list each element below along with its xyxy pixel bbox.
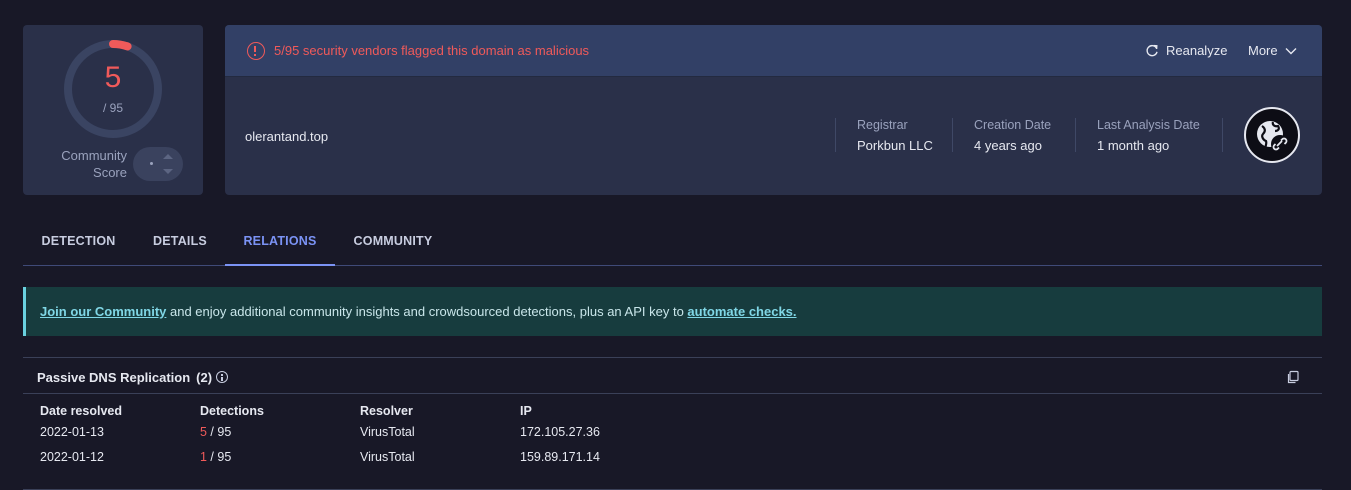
community-banner-text: Join our Community and enjoy additional … (40, 304, 797, 319)
row-2-detections: 1 / 95 (200, 450, 231, 464)
tab-bar: DETECTION DETAILS RELATIONS COMMUNITY (23, 216, 1322, 266)
row-1-detection-count: 5 (200, 425, 207, 439)
banner-middle-text: and enjoy additional community insights … (166, 304, 688, 319)
last-analysis-label: Last Analysis Date (1097, 118, 1200, 132)
domain-type-badge (1244, 107, 1300, 163)
creation-date-field: Creation Date 4 years ago (952, 118, 1052, 153)
row-2-date: 2022-01-12 (40, 450, 104, 464)
domain-summary-card: 5/95 security vendors flagged this domai… (225, 25, 1322, 195)
more-label: More (1248, 43, 1278, 58)
tab-detection[interactable]: DETECTION (23, 216, 134, 266)
alert-message: 5/95 security vendors flagged this domai… (274, 43, 590, 58)
last-analysis-value: 1 month ago (1097, 138, 1170, 153)
tab-details[interactable]: DETAILS (136, 216, 224, 266)
last-analysis-field: Last Analysis Date 1 month ago (1075, 118, 1200, 153)
row-2-ip[interactable]: 159.89.171.14 (520, 450, 600, 464)
vote-up-icon[interactable] (163, 154, 173, 159)
tab-relations[interactable]: RELATIONS (225, 216, 335, 266)
registrar-label: Registrar (857, 118, 908, 132)
copy-icon[interactable] (1286, 370, 1300, 384)
row-2-resolver: VirusTotal (360, 450, 415, 464)
passive-dns-header: Passive DNS Replication (2) (23, 358, 1322, 394)
creation-date-value: 4 years ago (974, 138, 1042, 153)
passive-dns-count: (2) (196, 370, 213, 385)
reanalyze-label: Reanalyze (1166, 43, 1228, 58)
meta-divider (1222, 118, 1223, 152)
column-header-detections: Detections (200, 404, 264, 418)
domain-name[interactable]: olerantand.top (245, 129, 328, 144)
row-2-detection-total: / 95 (206, 450, 232, 464)
creation-date-label: Creation Date (974, 118, 1052, 132)
passive-dns-section: Passive DNS Replication (2) Date resolved… (23, 357, 1322, 490)
community-score-vote[interactable] (133, 147, 183, 181)
row-1-detections: 5 / 95 (200, 425, 231, 439)
more-button[interactable]: More (1248, 43, 1298, 58)
community-banner: Join our Community and enjoy additional … (23, 287, 1322, 336)
column-header-resolver: Resolver (360, 404, 413, 418)
row-1-date: 2022-01-13 (40, 425, 104, 439)
registrar-field: Registrar Porkbun LLC (835, 118, 933, 153)
community-score-label: Community Score (61, 148, 127, 180)
reanalyze-button[interactable]: Reanalyze (1145, 43, 1227, 58)
alert-circle-icon (247, 42, 265, 60)
detection-total: / 95 (102, 101, 123, 115)
refresh-icon (1146, 44, 1158, 56)
row-1-detection-total: / 95 (206, 425, 232, 439)
row-1-resolver: VirusTotal (360, 425, 415, 439)
tab-community[interactable]: COMMUNITY (337, 216, 449, 266)
globe-link-icon (1257, 121, 1289, 153)
join-community-link[interactable]: Join our Community (40, 304, 166, 319)
row-1-ip[interactable]: 172.105.27.36 (520, 425, 600, 439)
community-score-value (150, 162, 153, 165)
vote-down-icon[interactable] (163, 169, 173, 174)
passive-dns-title: Passive DNS Replication (2) (37, 370, 212, 385)
column-header-date: Date resolved (40, 404, 122, 418)
automate-checks-link[interactable]: automate checks. (687, 304, 796, 319)
detection-gauge: 5 / 95 (61, 37, 165, 141)
registrar-value: Porkbun LLC (857, 138, 933, 153)
detection-count: 5 (104, 61, 122, 94)
chevron-down-icon (1285, 47, 1297, 54)
column-header-ip: IP (520, 404, 532, 418)
info-icon[interactable] (216, 371, 228, 383)
passive-dns-title-text: Passive DNS Replication (37, 370, 191, 385)
score-card: 5 / 95 Community Score (23, 25, 203, 195)
row-2-detection-count: 1 (200, 450, 207, 464)
alert-bar: 5/95 security vendors flagged this domai… (225, 25, 1322, 77)
